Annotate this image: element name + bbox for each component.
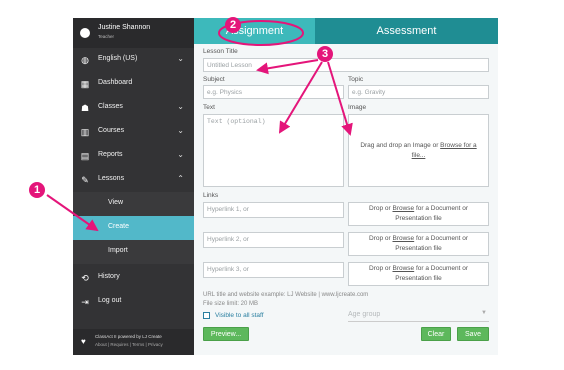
annotation-arrow-3b xyxy=(278,61,323,134)
annotation-arrow-1 xyxy=(46,194,99,232)
callout-3: 3 xyxy=(317,46,333,62)
callout-1: 1 xyxy=(29,182,45,198)
annotation-arrow-3a xyxy=(256,59,319,75)
callout-2: 2 xyxy=(225,17,241,33)
annotation-overlay xyxy=(46,20,353,232)
annotation-arrow-3c xyxy=(327,61,353,136)
